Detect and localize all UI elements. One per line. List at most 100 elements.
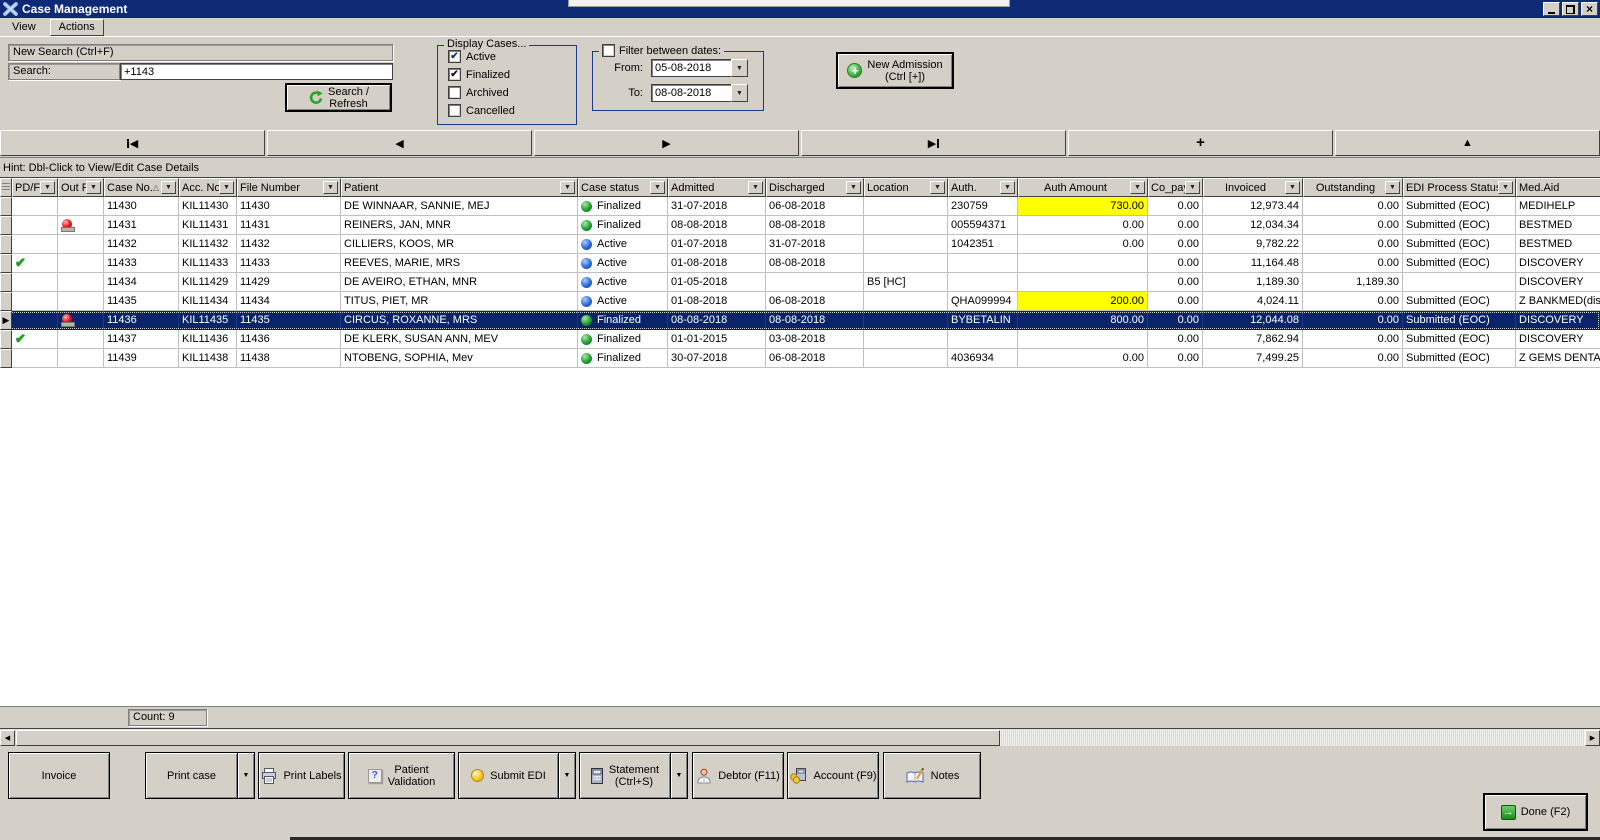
cell-patient: DE AVEIRO, ETHAN, MNR xyxy=(341,273,578,292)
checkbox-row-archived[interactable]: Archived xyxy=(448,85,576,100)
table-row[interactable]: 11435KIL1143411434TITUS, PIET, MRActive0… xyxy=(0,292,1600,311)
filter-dropdown-button[interactable]: ▼ xyxy=(86,181,101,194)
column-header-auth[interactable]: Auth.▼ xyxy=(948,178,1018,197)
active-checkbox[interactable] xyxy=(448,50,461,63)
column-header-outstanding[interactable]: Outstanding▼ xyxy=(1303,178,1403,197)
submit-edi-button[interactable]: Submit EDI xyxy=(458,752,559,799)
column-header-co_paym[interactable]: Co_paym▼ xyxy=(1148,178,1203,197)
print-labels-button[interactable]: Print Labels xyxy=(258,752,345,799)
table-row[interactable]: 11434KIL1142911429DE AVEIRO, ETHAN, MNRA… xyxy=(0,273,1600,292)
column-header-patient[interactable]: Patient▼ xyxy=(341,178,578,197)
notes-button[interactable]: Notes xyxy=(883,752,981,799)
nav-prev-button[interactable]: ◀ xyxy=(267,130,532,156)
column-label: Auth Amount xyxy=(1021,182,1130,194)
column-header-edi_status[interactable]: EDI Process Status▼ xyxy=(1403,178,1516,197)
nav-next-button[interactable]: ▶ xyxy=(534,130,799,156)
statement-dropdown-button[interactable]: ▼ xyxy=(671,752,688,799)
filter-dropdown-button[interactable]: ▼ xyxy=(560,181,575,194)
statement-button[interactable]: Statement (Ctrl+S) xyxy=(579,752,671,799)
horizontal-scrollbar[interactable]: ◀ ▶ xyxy=(0,728,1600,746)
cell-invoiced: 1,189.30 xyxy=(1203,273,1303,292)
column-header-acc_no[interactable]: Acc. No.▼ xyxy=(179,178,237,197)
column-header-file_number[interactable]: File Number▼ xyxy=(237,178,341,197)
table-row[interactable]: 11431KIL1143111431REINERS, JAN, MNRFinal… xyxy=(0,216,1600,235)
stray-window-edge xyxy=(568,0,1010,7)
scroll-right-button[interactable]: ▶ xyxy=(1585,730,1600,746)
filter-dates-checkbox[interactable] xyxy=(602,44,615,57)
filter-dropdown-button[interactable]: ▼ xyxy=(650,181,665,194)
restore-button[interactable] xyxy=(1562,2,1579,16)
archived-checkbox[interactable] xyxy=(448,86,461,99)
column-header-med_aid[interactable]: Med.Aid xyxy=(1516,178,1600,197)
nav-edit-button[interactable]: ▲ xyxy=(1335,130,1600,156)
menu-actions[interactable]: Actions xyxy=(50,19,104,36)
column-header-location[interactable]: Location▼ xyxy=(864,178,948,197)
filter-dropdown-button[interactable]: ▼ xyxy=(748,181,763,194)
scroll-left-button[interactable]: ◀ xyxy=(0,730,15,746)
table-row[interactable]: 11430KIL1143011430DE WINNAAR, SANNIE, ME… xyxy=(0,197,1600,216)
case-status-text: Active xyxy=(597,238,627,250)
column-header-admitted[interactable]: Admitted▼ xyxy=(668,178,766,197)
column-header-discharged[interactable]: Discharged▼ xyxy=(766,178,864,197)
table-row[interactable]: ✔11437KIL1143611436DE KLERK, SUSAN ANN, … xyxy=(0,330,1600,349)
nav-add-button[interactable]: + xyxy=(1068,130,1333,156)
checkbox-row-active[interactable]: Active xyxy=(448,49,576,64)
filter-dropdown-button[interactable]: ▼ xyxy=(219,181,234,194)
close-button[interactable]: × xyxy=(1581,2,1598,16)
filter-dropdown-button[interactable]: ▼ xyxy=(846,181,861,194)
table-row[interactable]: 11432KIL1143211432CILLIERS, KOOS, MRActi… xyxy=(0,235,1600,254)
nav-first-button[interactable]: ◀ xyxy=(0,130,265,156)
menu-view[interactable]: View xyxy=(4,19,44,36)
print-case-button[interactable]: Print case xyxy=(145,752,238,799)
filter-dropdown-button[interactable]: ▼ xyxy=(40,181,55,194)
to-date-combo[interactable]: 08-08-2018 ▼ xyxy=(651,84,748,102)
minimize-button[interactable] xyxy=(1543,2,1560,16)
from-date-value[interactable]: 05-08-2018 xyxy=(651,59,731,77)
checkbox-row-cancelled[interactable]: Cancelled xyxy=(448,103,576,118)
to-date-dropdown-icon[interactable]: ▼ xyxy=(731,84,748,102)
finalized-checkbox[interactable] xyxy=(448,68,461,81)
filter-dropdown-button[interactable]: ▼ xyxy=(1498,181,1513,194)
print-case-dropdown-button[interactable]: ▼ xyxy=(238,752,255,799)
nav-last-button[interactable]: ▶ xyxy=(801,130,1066,156)
new-admission-button[interactable]: New Admission (Ctrl [+]) xyxy=(836,52,954,89)
column-header-pd_ff[interactable]: PD/FF▼ xyxy=(12,178,58,197)
filter-dropdown-button[interactable]: ▼ xyxy=(323,181,338,194)
account-button[interactable]: Account (F9) xyxy=(787,752,879,799)
bottom-toolbar: Invoice Print case ▼ Print Labels Patien… xyxy=(0,746,1600,840)
from-date-dropdown-icon[interactable]: ▼ xyxy=(731,59,748,77)
patient-validation-button[interactable]: Patient Validation xyxy=(348,752,455,799)
table-row[interactable]: ▶11436KIL1143511435CIRCUS, ROXANNE, MRSF… xyxy=(0,311,1600,330)
window-controls: × xyxy=(1543,2,1598,16)
filter-dropdown-button[interactable]: ▼ xyxy=(1385,181,1400,194)
invoice-button[interactable]: Invoice xyxy=(8,752,110,799)
done-button[interactable]: → Done (F2) xyxy=(1483,793,1588,831)
column-header-case_status[interactable]: Case status▼ xyxy=(578,178,668,197)
cell-discharged: 31-07-2018 xyxy=(766,235,864,254)
filter-dropdown-button[interactable]: ▼ xyxy=(1185,181,1200,194)
column-header-invoiced[interactable]: Invoiced▼ xyxy=(1203,178,1303,197)
to-date-value[interactable]: 08-08-2018 xyxy=(651,84,731,102)
row-marker xyxy=(0,349,12,368)
checkbox-row-finalized[interactable]: Finalized xyxy=(448,67,576,82)
debtor-button[interactable]: Debtor (F11) xyxy=(692,752,784,799)
column-header-out_pay[interactable]: Out Pa▼ xyxy=(58,178,104,197)
column-header-case_no[interactable]: Case No.△▼ xyxy=(104,178,179,197)
cancelled-checkbox[interactable] xyxy=(448,104,461,117)
case-status-icon xyxy=(581,201,592,212)
cell-edi_status: Submitted (EOC) xyxy=(1403,216,1516,235)
filter-dropdown-button[interactable]: ▼ xyxy=(1130,181,1145,194)
search-refresh-button[interactable]: Search / Refresh xyxy=(285,83,392,112)
filter-dropdown-button[interactable]: ▼ xyxy=(930,181,945,194)
from-date-combo[interactable]: 05-08-2018 ▼ xyxy=(651,59,748,77)
cell-case_status: Active xyxy=(578,292,668,311)
search-input[interactable] xyxy=(120,63,393,80)
table-row[interactable]: ✔11433KIL1143311433REEVES, MARIE, MRSAct… xyxy=(0,254,1600,273)
scrollbar-thumb[interactable] xyxy=(16,730,1000,746)
filter-dropdown-button[interactable]: ▼ xyxy=(1285,181,1300,194)
table-row[interactable]: 11439KIL1143811438NTOBENG, SOPHIA, MevFi… xyxy=(0,349,1600,368)
column-header-auth_amount[interactable]: Auth Amount▼ xyxy=(1018,178,1148,197)
filter-dropdown-button[interactable]: ▼ xyxy=(161,181,176,194)
filter-dropdown-button[interactable]: ▼ xyxy=(1000,181,1015,194)
submit-edi-dropdown-button[interactable]: ▼ xyxy=(559,752,576,799)
